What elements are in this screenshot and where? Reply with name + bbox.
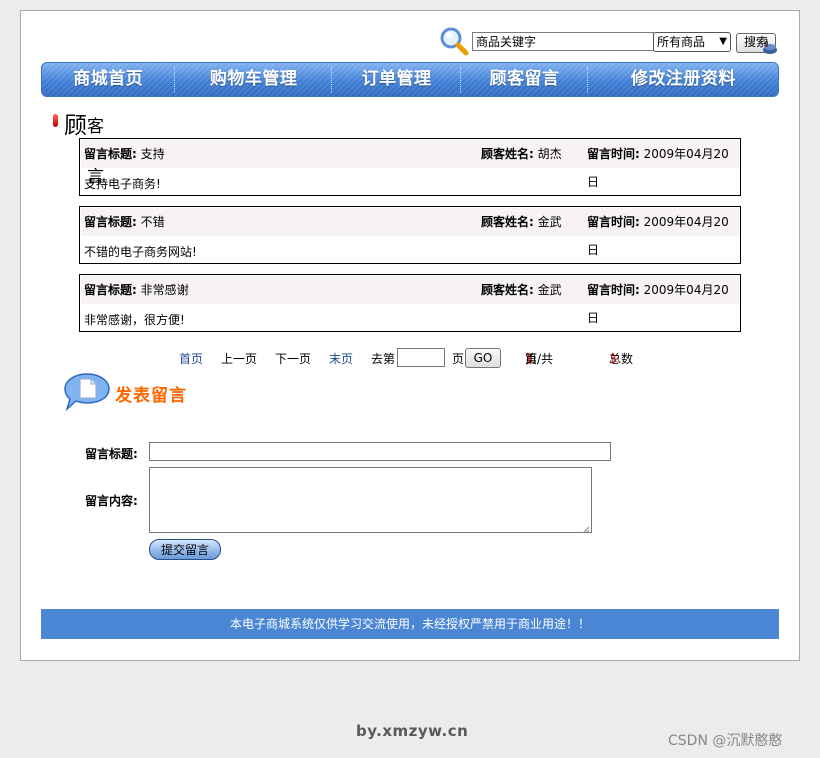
message-time: 留言时间: 2009年04月20日 bbox=[587, 276, 739, 332]
pager-goto-prefix: 去第 bbox=[371, 352, 396, 366]
message-time-label: 留言时间: bbox=[587, 215, 640, 229]
message-title-value: 不错 bbox=[140, 215, 165, 229]
search-input[interactable] bbox=[472, 32, 654, 51]
search-decoration-icon bbox=[762, 39, 778, 55]
nav-item-cart[interactable]: 购物车管理 bbox=[176, 63, 330, 96]
pager-count-value: 3 bbox=[609, 352, 617, 366]
nav-item-orders[interactable]: 订单管理 bbox=[333, 63, 460, 96]
submit-message-button[interactable]: 提交留言 bbox=[149, 539, 221, 560]
nav-item-home[interactable]: 商城首页 bbox=[42, 63, 174, 96]
pager-status-c: 页 bbox=[525, 352, 538, 366]
chevron-down-icon: ▼ bbox=[719, 36, 727, 47]
form-content-label: 留言内容: bbox=[85, 494, 138, 508]
section-title-first-char: 顾 bbox=[64, 113, 87, 139]
resize-grip-icon[interactable] bbox=[582, 523, 590, 534]
message-time: 留言时间: 2009年04月20日 bbox=[587, 208, 739, 264]
message-item: 留言标题: 不错 顾客姓名: 金武 留言时间: 2009年04月20日 不错的电… bbox=[79, 206, 741, 264]
message-title-label: 留言标题: bbox=[84, 215, 137, 229]
header: 所有商品 ▼ 搜索 bbox=[21, 11, 799, 61]
category-select[interactable]: 所有商品 ▼ bbox=[653, 32, 731, 52]
nav-item-messages[interactable]: 顾客留言 bbox=[462, 63, 586, 96]
message-header: 留言标题: 非常感谢 顾客姓名: 金武 留言时间: 2009年04月20日 bbox=[81, 276, 739, 325]
page-container: 所有商品 ▼ 搜索 商城首页 购物车管理 订单管理 顾客留言 bbox=[20, 10, 800, 661]
form-title-label: 留言标题: bbox=[85, 447, 138, 461]
message-title: 留言标题: 非常感谢 bbox=[84, 276, 189, 304]
message-author-label: 顾客姓名: bbox=[481, 215, 534, 229]
message-title: 留言标题: 支持 bbox=[84, 140, 165, 168]
message-author-label: 顾客姓名: bbox=[481, 147, 534, 161]
csdn-watermark: CSDN @沉默憨憨 bbox=[668, 733, 783, 749]
footer-notice-text: 本电子商城系统仅供学习交流使用，未经授权严禁用于商业用途！！ bbox=[229, 617, 590, 631]
pager-next-link[interactable]: 下一页 bbox=[275, 348, 311, 370]
message-time: 留言时间: 2009年04月20日 bbox=[587, 140, 739, 196]
nav-item-label: 顾客留言 bbox=[489, 69, 560, 89]
message-title-value: 支持 bbox=[140, 147, 165, 161]
magnifier-icon bbox=[439, 26, 469, 56]
pager-last-link[interactable]: 末页 bbox=[329, 348, 353, 370]
red-bullet-icon bbox=[53, 114, 58, 127]
message-time-label: 留言时间: bbox=[587, 283, 640, 297]
category-select-value: 所有商品 bbox=[657, 35, 706, 49]
message-item: 留言标题: 非常感谢 顾客姓名: 金武 留言时间: 2009年04月20日 非常… bbox=[79, 274, 741, 332]
nav-item-label: 修改注册资料 bbox=[630, 69, 736, 89]
nav-item-label: 商城首页 bbox=[73, 69, 144, 89]
message-author-value: 胡杰 bbox=[537, 147, 562, 161]
message-item: 留言标题: 支持 顾客姓名: 胡杰 留言时间: 2009年04月20日 支持电子… bbox=[79, 138, 741, 196]
nav-item-label: 购物车管理 bbox=[209, 69, 298, 89]
site-url: by.xmzyw.cn bbox=[356, 722, 469, 740]
message-content: 不错的电子商务网站! bbox=[84, 245, 197, 259]
submit-message-label: 提交留言 bbox=[160, 543, 209, 557]
message-title-input[interactable] bbox=[149, 442, 611, 461]
message-header: 留言标题: 不错 顾客姓名: 金武 留言时间: 2009年04月20日 bbox=[81, 208, 739, 257]
message-title-label: 留言标题: bbox=[84, 283, 137, 297]
go-button[interactable]: GO bbox=[465, 348, 501, 368]
message-author-label: 顾客姓名: bbox=[481, 283, 534, 297]
message-author-value: 金武 bbox=[537, 283, 562, 297]
footer-notice: 本电子商城系统仅供学习交流使用，未经授权严禁用于商业用途！！ bbox=[41, 609, 779, 639]
pager-first-link[interactable]: 首页 bbox=[179, 348, 203, 370]
nav-item-label: 订单管理 bbox=[361, 69, 432, 89]
message-list: 留言标题: 支持 顾客姓名: 胡杰 留言时间: 2009年04月20日 支持电子… bbox=[79, 138, 741, 342]
message-author: 顾客姓名: 胡杰 bbox=[481, 140, 562, 168]
message-author: 顾客姓名: 金武 bbox=[481, 276, 562, 304]
nav-item-profile[interactable]: 修改注册资料 bbox=[589, 63, 778, 96]
pager-goto-suffix: 页 bbox=[452, 352, 465, 366]
message-time-label: 留言时间: bbox=[587, 147, 640, 161]
message-author: 顾客姓名: 金武 bbox=[481, 208, 562, 236]
message-title-label: 留言标题: bbox=[84, 147, 137, 161]
speech-bubble-icon bbox=[63, 371, 113, 412]
message-content: 非常感谢，很方便! bbox=[84, 313, 185, 327]
message-content: 支持电子商务! bbox=[84, 177, 161, 191]
message-title: 留言标题: 不错 bbox=[84, 208, 165, 236]
message-author-value: 金武 bbox=[537, 215, 562, 229]
post-message-title: 发表留言 bbox=[115, 386, 187, 406]
page-number-input[interactable] bbox=[397, 348, 445, 367]
message-header: 留言标题: 支持 顾客姓名: 胡杰 留言时间: 2009年04月20日 bbox=[81, 140, 739, 189]
main-nav: 商城首页 购物车管理 订单管理 顾客留言 修改注册资料 bbox=[41, 62, 779, 97]
message-title-value: 非常感谢 bbox=[140, 283, 189, 297]
pager-prev-link[interactable]: 上一页 bbox=[221, 348, 257, 370]
message-content-textarea[interactable] bbox=[149, 467, 592, 534]
